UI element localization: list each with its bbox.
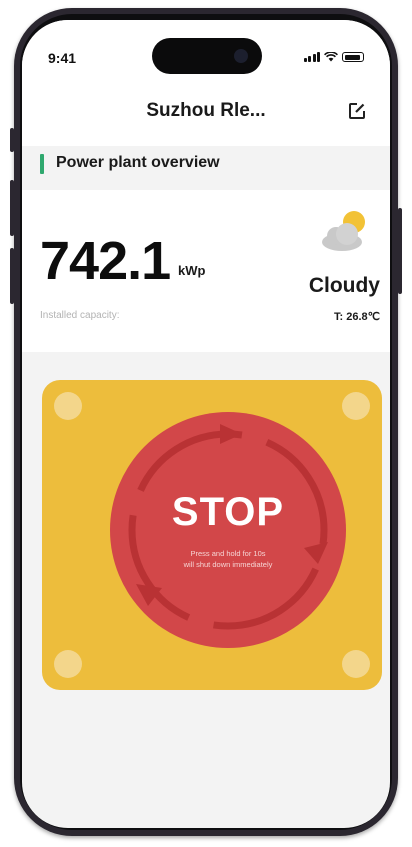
stop-button[interactable]: STOP Press and hold for 10s will shut do…	[110, 412, 346, 648]
status-bar: 9:41	[22, 20, 390, 90]
partly-cloudy-icon	[322, 211, 365, 251]
section-accent-bar	[40, 154, 44, 174]
installed-capacity-value: 742.1	[40, 231, 171, 291]
dynamic-island	[152, 38, 262, 74]
panel-screw	[54, 650, 82, 678]
mute-switch	[10, 128, 14, 152]
page-title: Suzhou Rle...	[146, 100, 266, 121]
temperature: T: 26.8℃	[334, 311, 380, 323]
battery-icon	[342, 52, 364, 62]
volume-down-button	[10, 248, 14, 304]
edit-icon[interactable]	[348, 102, 366, 120]
power-button	[398, 208, 402, 294]
overview-card: 742.1 kWp Installed capacity: Cloudy T: …	[22, 190, 390, 352]
stop-instruction-line1: Press and hold for 10s	[190, 549, 266, 558]
weather-condition: Cloudy	[308, 274, 380, 297]
section-title: Power plant overview	[56, 154, 220, 171]
emergency-stop-panel: STOP Press and hold for 10s will shut do…	[42, 380, 382, 690]
status-icons	[303, 52, 364, 62]
camera-icon	[234, 49, 248, 63]
section-header: Power plant overview	[22, 146, 390, 190]
volume-up-button	[10, 180, 14, 236]
panel-screw	[342, 392, 370, 420]
stop-label: STOP	[171, 490, 285, 534]
signal-icon	[303, 52, 320, 62]
app-header: Suzhou Rle...	[22, 90, 390, 146]
stop-instruction-line2: will shut down immediately	[183, 560, 273, 569]
installed-capacity-label: Installed capacity:	[40, 310, 120, 321]
wifi-icon	[324, 52, 338, 62]
status-time: 9:41	[48, 50, 77, 66]
app-screen: 9:41 Suzhou Rle... Power plant overview …	[22, 20, 390, 828]
panel-screw	[54, 392, 82, 420]
stop-instruction: Press and hold for 10s will shut down im…	[110, 548, 346, 570]
panel-screw	[342, 650, 370, 678]
capacity-unit: kWp	[178, 263, 206, 278]
